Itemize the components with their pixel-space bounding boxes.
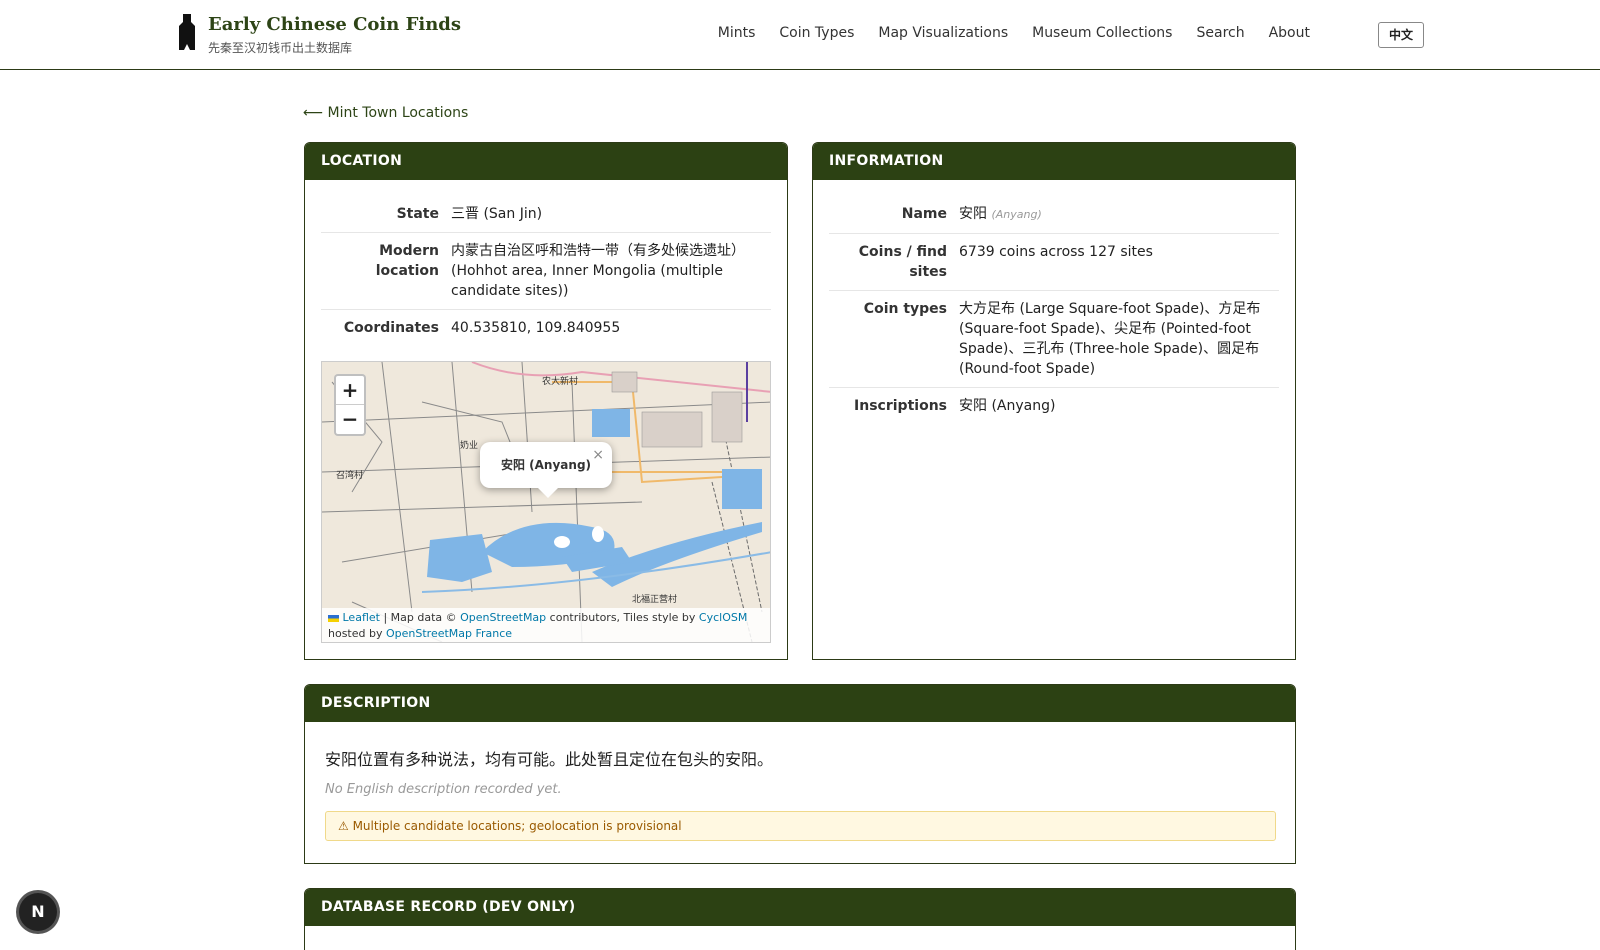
coin-types-value: 大方足布 (Large Square-foot Spade)、方足布 (Squa… xyxy=(959,301,1261,377)
map-attribution: Leaflet | Map data © OpenStreetMap contr… xyxy=(322,608,770,642)
cyclosm-link[interactable]: CyclOSM xyxy=(699,611,747,624)
nav-mints[interactable]: Mints xyxy=(718,25,756,41)
description-english: No English description recorded yet. xyxy=(325,782,562,797)
nav-search[interactable]: Search xyxy=(1196,25,1244,41)
nav-map-visualizations[interactable]: Map Visualizations xyxy=(878,25,1008,41)
zoom-in-button[interactable]: + xyxy=(336,376,364,405)
map-label-zhaowan: 召湾村 xyxy=(336,469,363,481)
name-english: (Anyang) xyxy=(991,208,1042,221)
coordinates-value: 40.535810, 109.840955 xyxy=(451,320,621,336)
name-value: 安阳 xyxy=(959,206,987,222)
map-tiles[interactable]: 农大新村 奶业 召湾村 北福正营村 xyxy=(322,362,771,643)
main-nav: Mints Coin Types Map Visualizations Muse… xyxy=(718,25,1310,41)
language-toggle-button[interactable]: 中文 xyxy=(1378,22,1424,48)
zoom-out-button[interactable]: − xyxy=(336,405,364,434)
coins-label: Coins / find sites xyxy=(858,244,947,280)
name-row: Name 安阳 (Anyang) xyxy=(829,196,1279,234)
popup-close-icon[interactable]: × xyxy=(592,432,604,478)
map-label-nongda: 农大新村 xyxy=(542,375,578,387)
modern-location-row: Modern location 内蒙古自治区呼和浩特一带（有多处候选遗址）(Ho… xyxy=(321,233,771,310)
provisional-warning: ⚠ Multiple candidate locations; geolocat… xyxy=(325,811,1276,841)
modern-location-value: 内蒙古自治区呼和浩特一带（有多处候选遗址）(Hohhot area, Inner… xyxy=(451,243,745,299)
nav-about[interactable]: About xyxy=(1269,25,1310,41)
site-subtitle: 先秦至汉初钱币出土数据库 xyxy=(208,41,353,55)
database-record-heading: DATABASE RECORD (DEV ONLY) xyxy=(305,889,1295,926)
coordinates-row: Coordinates 40.535810, 109.840955 xyxy=(321,310,771,346)
inscriptions-value: 安阳 (Anyang) xyxy=(959,398,1056,414)
description-chinese: 安阳位置有多种说法，均有可能。此处暂且定位在包头的安阳。 xyxy=(325,750,774,769)
modern-location-label: Modern location xyxy=(375,243,439,279)
ukraine-flag-icon xyxy=(328,614,339,622)
attr-text-2: contributors, Tiles style by xyxy=(546,611,699,624)
inscriptions-label: Inscriptions xyxy=(854,398,947,414)
osm-link[interactable]: OpenStreetMap xyxy=(460,611,546,624)
coin-types-label: Coin types xyxy=(863,301,947,317)
nav-museum-collections[interactable]: Museum Collections xyxy=(1032,25,1172,41)
coin-types-row: Coin types 大方足布 (Large Square-foot Spade… xyxy=(829,291,1279,388)
state-label: State xyxy=(396,206,439,222)
location-map[interactable]: 农大新村 奶业 召湾村 北福正营村 + − 安阳 (Anyang) × Leaf… xyxy=(321,361,771,643)
back-link[interactable]: ⟵ Mint Town Locations xyxy=(303,105,468,121)
coins-row: Coins / find sites 6739 coins across 127… xyxy=(829,234,1279,291)
map-popup: 安阳 (Anyang) × xyxy=(480,442,612,498)
dev-tools-badge[interactable]: N xyxy=(19,893,57,931)
site-header: Early Chinese Coin Finds 先秦至汉初钱币出土数据库 Mi… xyxy=(0,0,1600,70)
nav-coin-types[interactable]: Coin Types xyxy=(779,25,854,41)
osm-france-link[interactable]: OpenStreetMap France xyxy=(386,627,512,640)
location-heading: LOCATION xyxy=(305,143,787,180)
state-value: 三晋 (San Jin) xyxy=(451,206,543,222)
site-title: Early Chinese Coin Finds xyxy=(208,14,462,35)
site-logo[interactable]: Early Chinese Coin Finds 先秦至汉初钱币出土数据库 xyxy=(174,14,461,56)
inscriptions-row: Inscriptions 安阳 (Anyang) xyxy=(829,388,1279,424)
location-card: LOCATION State 三晋 (San Jin) Modern locat… xyxy=(304,142,788,660)
coins-value: 6739 coins across 127 sites xyxy=(959,244,1153,260)
map-label-naiye: 奶业 xyxy=(460,439,478,451)
name-label: Name xyxy=(901,206,947,222)
map-label-beifu: 北福正营村 xyxy=(632,593,677,605)
popup-text: 安阳 (Anyang) xyxy=(500,458,592,472)
coordinates-label: Coordinates xyxy=(343,320,439,336)
map-zoom-control: + − xyxy=(334,374,366,436)
database-record-card: DATABASE RECORD (DEV ONLY) xyxy=(304,888,1296,950)
attr-text-3: hosted by xyxy=(328,627,386,640)
information-card: INFORMATION Name 安阳 (Anyang) Coins / fin… xyxy=(812,142,1296,660)
description-heading: DESCRIPTION xyxy=(305,685,1295,722)
state-row: State 三晋 (San Jin) xyxy=(321,196,771,233)
leaflet-link[interactable]: Leaflet xyxy=(343,611,380,624)
spade-coin-icon xyxy=(179,14,195,50)
information-heading: INFORMATION xyxy=(813,143,1295,180)
attr-text-1: | Map data © xyxy=(379,611,461,624)
description-card: DESCRIPTION 安阳位置有多种说法，均有可能。此处暂且定位在包头的安阳。… xyxy=(304,684,1296,864)
